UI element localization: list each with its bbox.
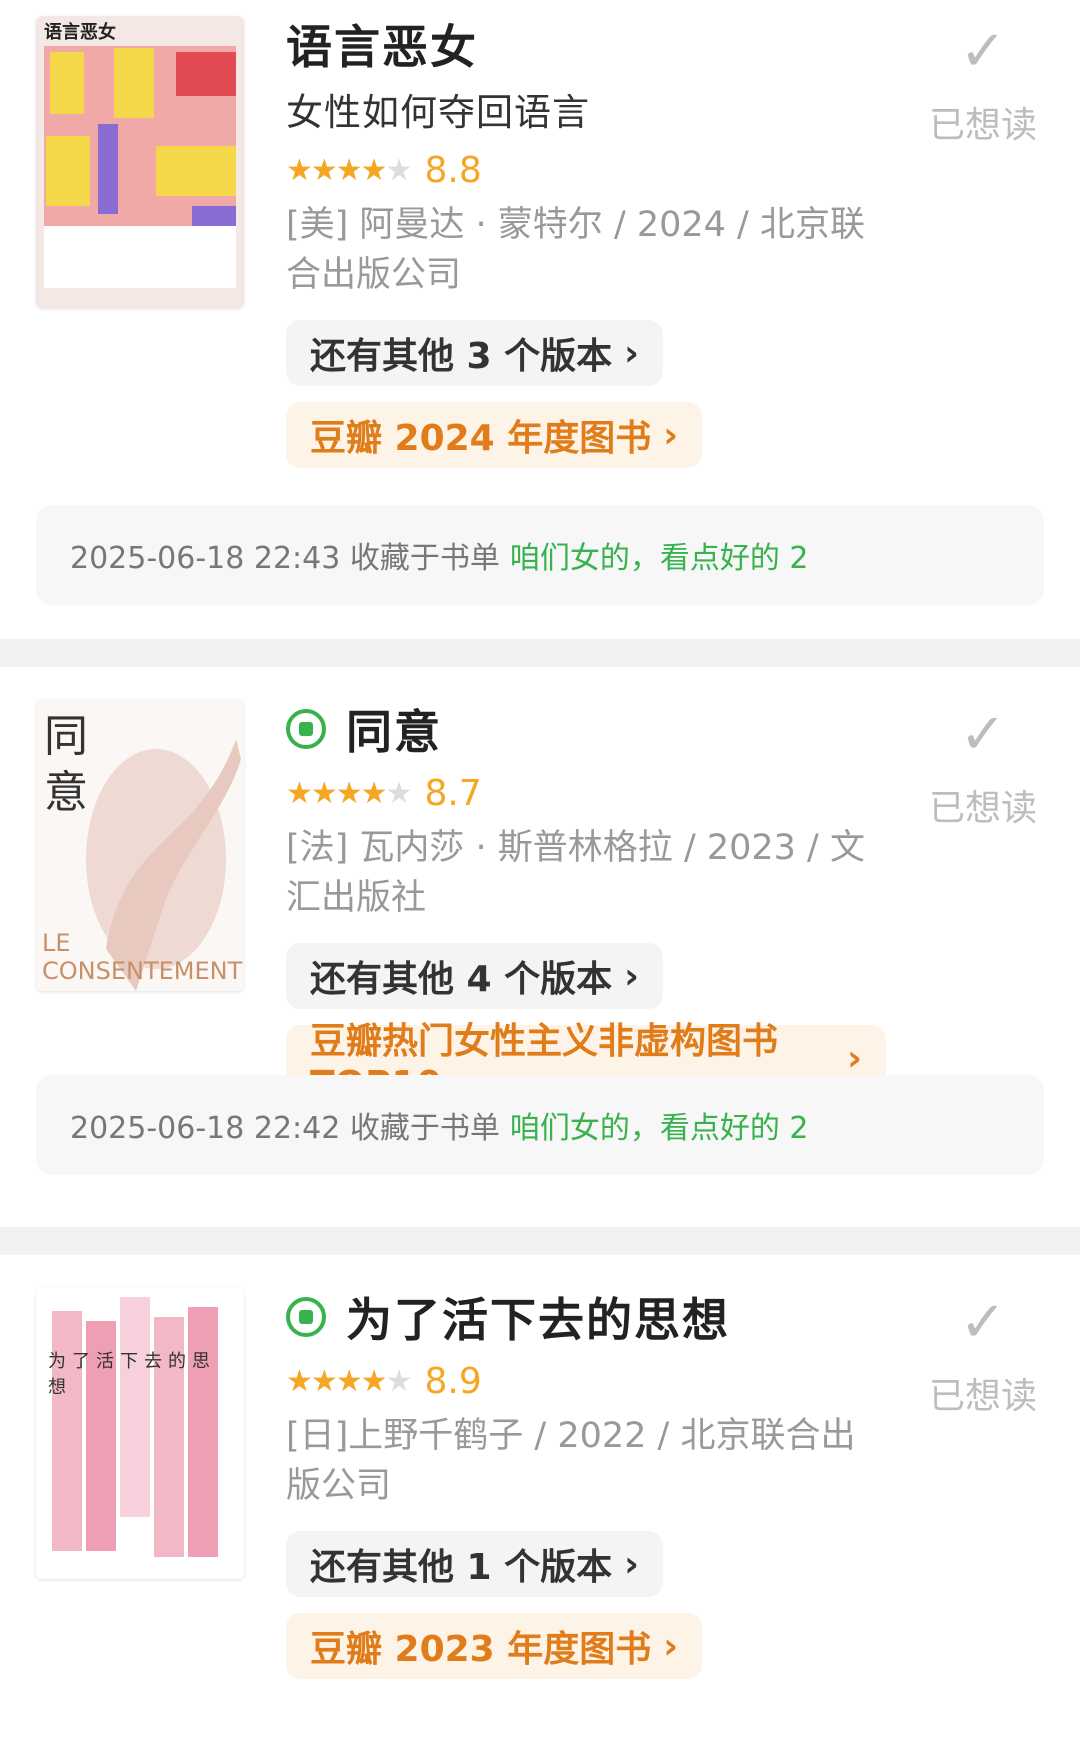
wish-status-button[interactable]: ✓ 已想读 [928,1293,1038,1419]
wish-status-button[interactable]: ✓ 已想读 [928,22,1038,148]
other-versions-button[interactable]: 还有其他 3 个版本 › [286,320,663,386]
other-versions-button[interactable]: 还有其他 4 个版本 › [286,943,663,1009]
book-meta: [美] 阿曼达 · 蒙特尔 / 2024 / 北京联合出版公司 [286,205,865,295]
booklist-link[interactable]: 咱们女的，看点好的 2 [510,1103,809,1147]
chevron-right-icon: › [663,414,679,456]
rating-score: 8.7 [424,772,482,814]
cover-title: 为了活下去的思想 [48,1351,216,1398]
book-card[interactable]: 语言恶女 语言恶女 女性如何夺回语言 ★★★★★ 8.8 [美] 阿曼达 · 蒙… [0,0,1080,605]
book-title[interactable]: 同意 [346,696,442,762]
section-divider [0,639,1080,667]
checkmark-icon: ✓ [959,19,1007,84]
book-list: 语言恶女 语言恶女 女性如何夺回语言 ★★★★★ 8.8 [美] 阿曼达 · 蒙… [0,0,1080,1715]
wish-status-button[interactable]: ✓ 已想读 [928,705,1038,831]
award-label: 豆瓣 2023 年度图书 [310,1629,652,1670]
chevron-right-icon: › [624,1543,639,1585]
checkmark-icon: ✓ [959,702,1007,767]
other-versions-button[interactable]: 还有其他 1 个版本 › [286,1531,663,1597]
wish-status-label: 已想读 [928,105,1037,146]
cover-title: 同意 [44,711,88,818]
ebook-icon [286,1297,326,1337]
rating-stars-icon: ★★★★★ [286,1363,412,1399]
checkmark-icon: ✓ [959,1290,1007,1355]
ebook-icon [286,709,326,749]
note-time: 2025-06-18 22:42 收藏于书单 [70,1111,500,1146]
book-subtitle: 女性如何夺回语言 [286,91,590,134]
rating-score: 8.8 [424,149,482,191]
book-cover[interactable]: 同意 LE CONSENTEMENT [36,699,244,991]
other-versions-label: 还有其他 3 个版本 [310,336,613,377]
award-button[interactable]: 豆瓣 2023 年度图书 › [286,1613,703,1679]
collection-note: 2025-06-18 22:42 收藏于书单 咱们女的，看点好的 2 [36,1075,1044,1175]
award-label: 豆瓣 2024 年度图书 [310,418,652,459]
book-meta: [日]上野千鹤子 / 2022 / 北京联合出版公司 [286,1416,856,1506]
book-meta: [法] 瓦内莎 · 斯普林格拉 / 2023 / 文汇出版社 [286,828,865,918]
chevron-right-icon: › [624,955,639,997]
wish-status-label: 已想读 [928,788,1037,829]
book-card[interactable]: 同意 LE CONSENTEMENT 同意 ★★★★★ 8.7 [法] 瓦内莎 … [0,667,1080,1227]
rating-stars-icon: ★★★★★ [286,152,412,188]
collection-note: 2025-06-18 22:43 收藏于书单 咱们女的，看点好的 2 [36,505,1044,605]
chevron-right-icon: › [624,332,639,374]
note-time: 2025-06-18 22:43 收藏于书单 [70,541,500,576]
section-divider [0,1227,1080,1255]
booklist-link[interactable]: 咱们女的，看点好的 2 [510,533,809,577]
book-cover[interactable]: 语言恶女 [36,16,244,308]
cover-art-icon [36,16,244,308]
wish-status-label: 已想读 [928,1376,1037,1417]
rating-score: 8.9 [424,1360,482,1402]
cover-title: 语言恶女 [44,22,116,43]
book-card[interactable]: 为了活下去的思想 为了活下去的思想 ★★★★★ 8.9 [日]上野千鹤子 / 2… [0,1255,1080,1715]
chevron-right-icon: › [663,1625,679,1667]
other-versions-label: 还有其他 1 个版本 [310,1547,613,1588]
chevron-right-icon: › [847,1037,862,1079]
award-button[interactable]: 豆瓣 2024 年度图书 › [286,402,703,468]
cover-art-icon [36,1287,244,1579]
book-title[interactable]: 语言恶女 [286,11,478,77]
book-cover[interactable]: 为了活下去的思想 [36,1287,244,1579]
cover-subtitle: LE CONSENTEMENT [42,929,243,985]
book-title[interactable]: 为了活下去的思想 [346,1284,730,1350]
rating-stars-icon: ★★★★★ [286,775,412,811]
other-versions-label: 还有其他 4 个版本 [310,959,613,1000]
